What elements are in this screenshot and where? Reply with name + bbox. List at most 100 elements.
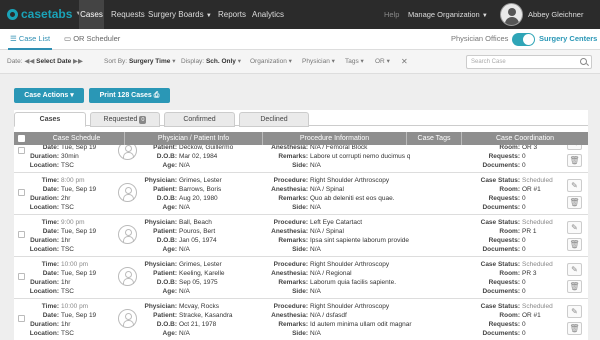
date-filter[interactable]: Date: ◀◀ Select Date ▶▶ bbox=[7, 50, 83, 74]
trash-icon[interactable]: 🗑 bbox=[567, 280, 582, 293]
search-input[interactable]: Search Case bbox=[466, 55, 592, 69]
physician-filter[interactable]: Physician ▾ bbox=[302, 50, 335, 74]
organization-filter[interactable]: Organization ▾ bbox=[250, 50, 292, 74]
nav-requests[interactable]: Requests bbox=[111, 0, 145, 29]
edit-icon[interactable]: ✎ bbox=[567, 179, 582, 192]
field-procedure: Procedure: Right Shoulder Arthroscopy bbox=[264, 302, 389, 311]
field-value: Left Eye Catartact bbox=[310, 219, 363, 226]
office-center-toggle[interactable] bbox=[512, 33, 535, 46]
field-value: TSC bbox=[61, 204, 74, 211]
print-cases-button[interactable]: Print 128 Cases ⎙ bbox=[89, 88, 170, 103]
table-row[interactable]: Time: 8:00 pm Date: Tue, Sep 19 Duration: 2hr… bbox=[14, 173, 588, 215]
field-remarks: Remarks: Labore ut corrupti nemo ducimus … bbox=[264, 152, 410, 161]
field-age: Age: N/A bbox=[139, 161, 190, 170]
field-date: Date: Tue, Sep 19 bbox=[24, 185, 96, 194]
field-label: Date: bbox=[42, 145, 59, 151]
field-label: Physician: bbox=[144, 261, 177, 268]
field-patient: Patient: Keeling, Karelle bbox=[139, 269, 224, 278]
nav-reports[interactable]: Reports bbox=[218, 0, 246, 29]
display-filter[interactable]: Display: Sch. Only ▾ bbox=[181, 50, 241, 74]
user-name[interactable]: Abbey Gleichner bbox=[528, 0, 583, 29]
date-filter-label: Date: bbox=[7, 58, 23, 65]
field-remarks: Remarks: Id autem minima ullam odit magna… bbox=[264, 320, 412, 329]
tags-filter[interactable]: Tags ▾ bbox=[345, 50, 364, 74]
field-dob: D.O.B: Sep 05, 1975 bbox=[139, 278, 218, 287]
edit-icon[interactable]: ✎ bbox=[567, 305, 582, 318]
patient-avatar-icon bbox=[118, 309, 137, 328]
table-row[interactable]: Time:Date:Tue, Sep 19Duration:30minLocat… bbox=[14, 145, 588, 173]
edit-icon[interactable]: ✎ bbox=[567, 263, 582, 276]
sort-filter[interactable]: Sort By: Surgery Time ▾ bbox=[104, 50, 175, 74]
nav-surgery-boards[interactable]: Surgery Boards ▼ bbox=[148, 0, 212, 29]
trash-icon[interactable]: 🗑 bbox=[567, 196, 582, 209]
field-value: Tue, Sep 19 bbox=[61, 186, 97, 193]
field-label: Physician: bbox=[144, 177, 177, 184]
field-side: Side: N/A bbox=[264, 287, 321, 296]
table-row[interactable]: Time: 10:00 pm Date: Tue, Sep 19 Duration: 1h… bbox=[14, 257, 588, 299]
field-duration: Duration: 1hr bbox=[24, 320, 70, 329]
edit-icon[interactable]: ✎ bbox=[567, 221, 582, 234]
field-label: Room: bbox=[499, 270, 520, 277]
tab-or-scheduler[interactable]: ▭ OR Scheduler bbox=[64, 29, 120, 50]
tab-confirmed[interactable]: Confirmed bbox=[164, 112, 235, 127]
field-requests: Requests: 0 bbox=[466, 236, 526, 245]
manage-organization-menu[interactable]: Manage Organization ▼ bbox=[408, 0, 488, 29]
field-value: TSC bbox=[61, 246, 74, 253]
field-label: Room: bbox=[499, 228, 520, 235]
field-label: D.O.B: bbox=[156, 195, 177, 202]
column-case-schedule: Case Schedule bbox=[29, 132, 125, 145]
nav-cases[interactable]: Cases bbox=[79, 0, 104, 29]
table-row[interactable]: Time: 9:00 pm Date: Tue, Sep 19 Duration: 1hr… bbox=[14, 215, 588, 257]
tab-case-list[interactable]: ☰ Case List bbox=[8, 29, 53, 50]
field-label: Time: bbox=[41, 261, 59, 268]
select-all-checkbox[interactable] bbox=[18, 135, 25, 142]
field-value: N/A bbox=[310, 330, 321, 337]
field-case-status: Case Status: Scheduled bbox=[466, 218, 553, 227]
case-actions-button[interactable]: Case Actions ▾ bbox=[14, 88, 84, 103]
field-value: Id autem minima ullam odit magnar bbox=[310, 321, 412, 328]
trash-icon[interactable]: 🗑 bbox=[567, 154, 582, 167]
trash-icon[interactable]: 🗑 bbox=[567, 322, 582, 335]
field-value: Tue, Sep 19 bbox=[61, 312, 97, 319]
rewind-icon: ◀◀ bbox=[24, 58, 35, 65]
field-remarks: Remarks: Quo ab deleniti est eos quae. bbox=[264, 194, 395, 203]
field-label: Age: bbox=[162, 162, 177, 169]
field-value: N/A / dsfasdf bbox=[310, 312, 347, 319]
field-value: Pouros, Bert bbox=[179, 228, 216, 235]
field-value: TSC bbox=[61, 330, 74, 337]
field-location: Location: TSC bbox=[24, 329, 74, 338]
casetabs-logo[interactable]: casetabs ▼ bbox=[7, 7, 81, 21]
physician-offices-label: Physician Offices bbox=[451, 34, 509, 43]
requested-count-badge: 0 bbox=[139, 116, 147, 124]
help-link[interactable]: Help bbox=[384, 0, 399, 29]
field-label: Requests: bbox=[488, 195, 520, 202]
trash-icon[interactable]: 🗑 bbox=[567, 238, 582, 251]
user-avatar[interactable] bbox=[500, 3, 523, 26]
chevron-down-icon: ▼ bbox=[481, 13, 488, 19]
field-value: 8:00 pm bbox=[61, 177, 85, 184]
field-value: Sep 05, 1975 bbox=[179, 279, 218, 286]
tab-requested[interactable]: Requested 0 bbox=[90, 112, 160, 127]
table-row[interactable]: Time: 10:00 pm Date: Tue, Sep 19 Duration: 1h… bbox=[14, 299, 588, 340]
field-label: Patient: bbox=[153, 228, 177, 235]
field-duration: Duration: 1hr bbox=[24, 278, 70, 287]
edit-icon[interactable]: ✎ bbox=[567, 145, 582, 150]
nav-analytics[interactable]: Analytics bbox=[252, 0, 284, 29]
field-value: N/A / Spinal bbox=[310, 186, 344, 193]
field-side: Side: N/A bbox=[264, 245, 321, 254]
field-value: Mcvay, Rocks bbox=[179, 303, 219, 310]
field-value: Tue, Sep 19 bbox=[61, 228, 97, 235]
field-label: Patient: bbox=[153, 312, 177, 319]
field-value: Quo ab deleniti est eos quae. bbox=[310, 195, 395, 202]
tab-cases[interactable]: Cases bbox=[14, 112, 86, 127]
field-value: Ipsa sint sapiente laborum provide bbox=[310, 237, 410, 244]
list-icon: ☰ bbox=[10, 34, 17, 43]
field-documents: Documents: 0 bbox=[466, 161, 525, 170]
tab-declined[interactable]: Declined bbox=[239, 112, 309, 127]
field-value: 0 bbox=[522, 288, 526, 295]
or-filter[interactable]: OR ▾ bbox=[375, 50, 390, 74]
clear-filters-icon[interactable]: ✕ bbox=[401, 50, 408, 74]
field-label: Documents: bbox=[482, 162, 520, 169]
field-label: Date: bbox=[42, 312, 59, 319]
field-case-status: Case Status: Scheduled bbox=[466, 260, 553, 269]
